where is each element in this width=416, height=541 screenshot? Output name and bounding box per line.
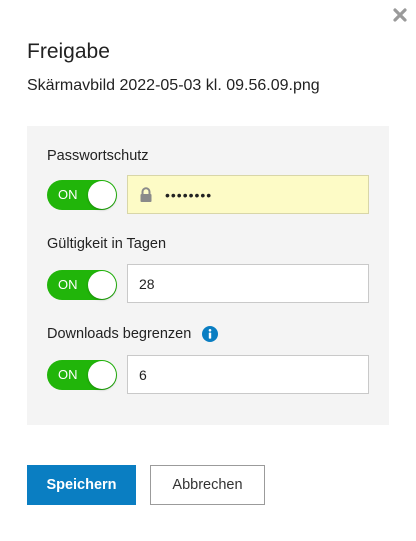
save-button[interactable]: Speichern — [27, 465, 136, 505]
downloads-label: Downloads begrenzen — [47, 326, 219, 342]
close-button[interactable] — [390, 7, 410, 27]
validity-toggle-text: ON — [58, 277, 78, 292]
file-name: Skärmavbild 2022-05-03 kl. 09.56.09.png — [27, 77, 320, 94]
share-dialog: Freigabe Skärmavbild 2022-05-03 kl. 09.5… — [0, 0, 416, 541]
toggle-knob — [88, 361, 116, 389]
cancel-button[interactable]: Abbrechen — [150, 465, 265, 505]
password-field[interactable]: •••••••• — [127, 175, 369, 214]
lock-icon — [139, 186, 153, 203]
downloads-toggle[interactable]: ON — [47, 360, 117, 390]
downloads-toggle-text: ON — [58, 367, 78, 382]
password-value: •••••••• — [165, 186, 213, 203]
downloads-limit-field[interactable]: 6 — [127, 355, 369, 394]
toggle-knob — [88, 271, 116, 299]
password-toggle[interactable]: ON — [47, 180, 117, 210]
info-icon[interactable] — [202, 326, 219, 342]
dialog-title: Freigabe — [27, 40, 110, 63]
validity-days-field[interactable]: 28 — [127, 264, 369, 303]
downloads-limit-value: 6 — [139, 366, 147, 383]
downloads-label-text: Downloads begrenzen — [47, 326, 192, 342]
validity-days-value: 28 — [139, 275, 155, 292]
password-toggle-text: ON — [58, 187, 78, 202]
toggle-knob — [88, 181, 116, 209]
validity-toggle[interactable]: ON — [47, 270, 117, 300]
password-label: Passwortschutz — [47, 148, 149, 164]
validity-label: Gültigkeit in Tagen — [47, 236, 167, 252]
close-icon — [393, 7, 407, 27]
